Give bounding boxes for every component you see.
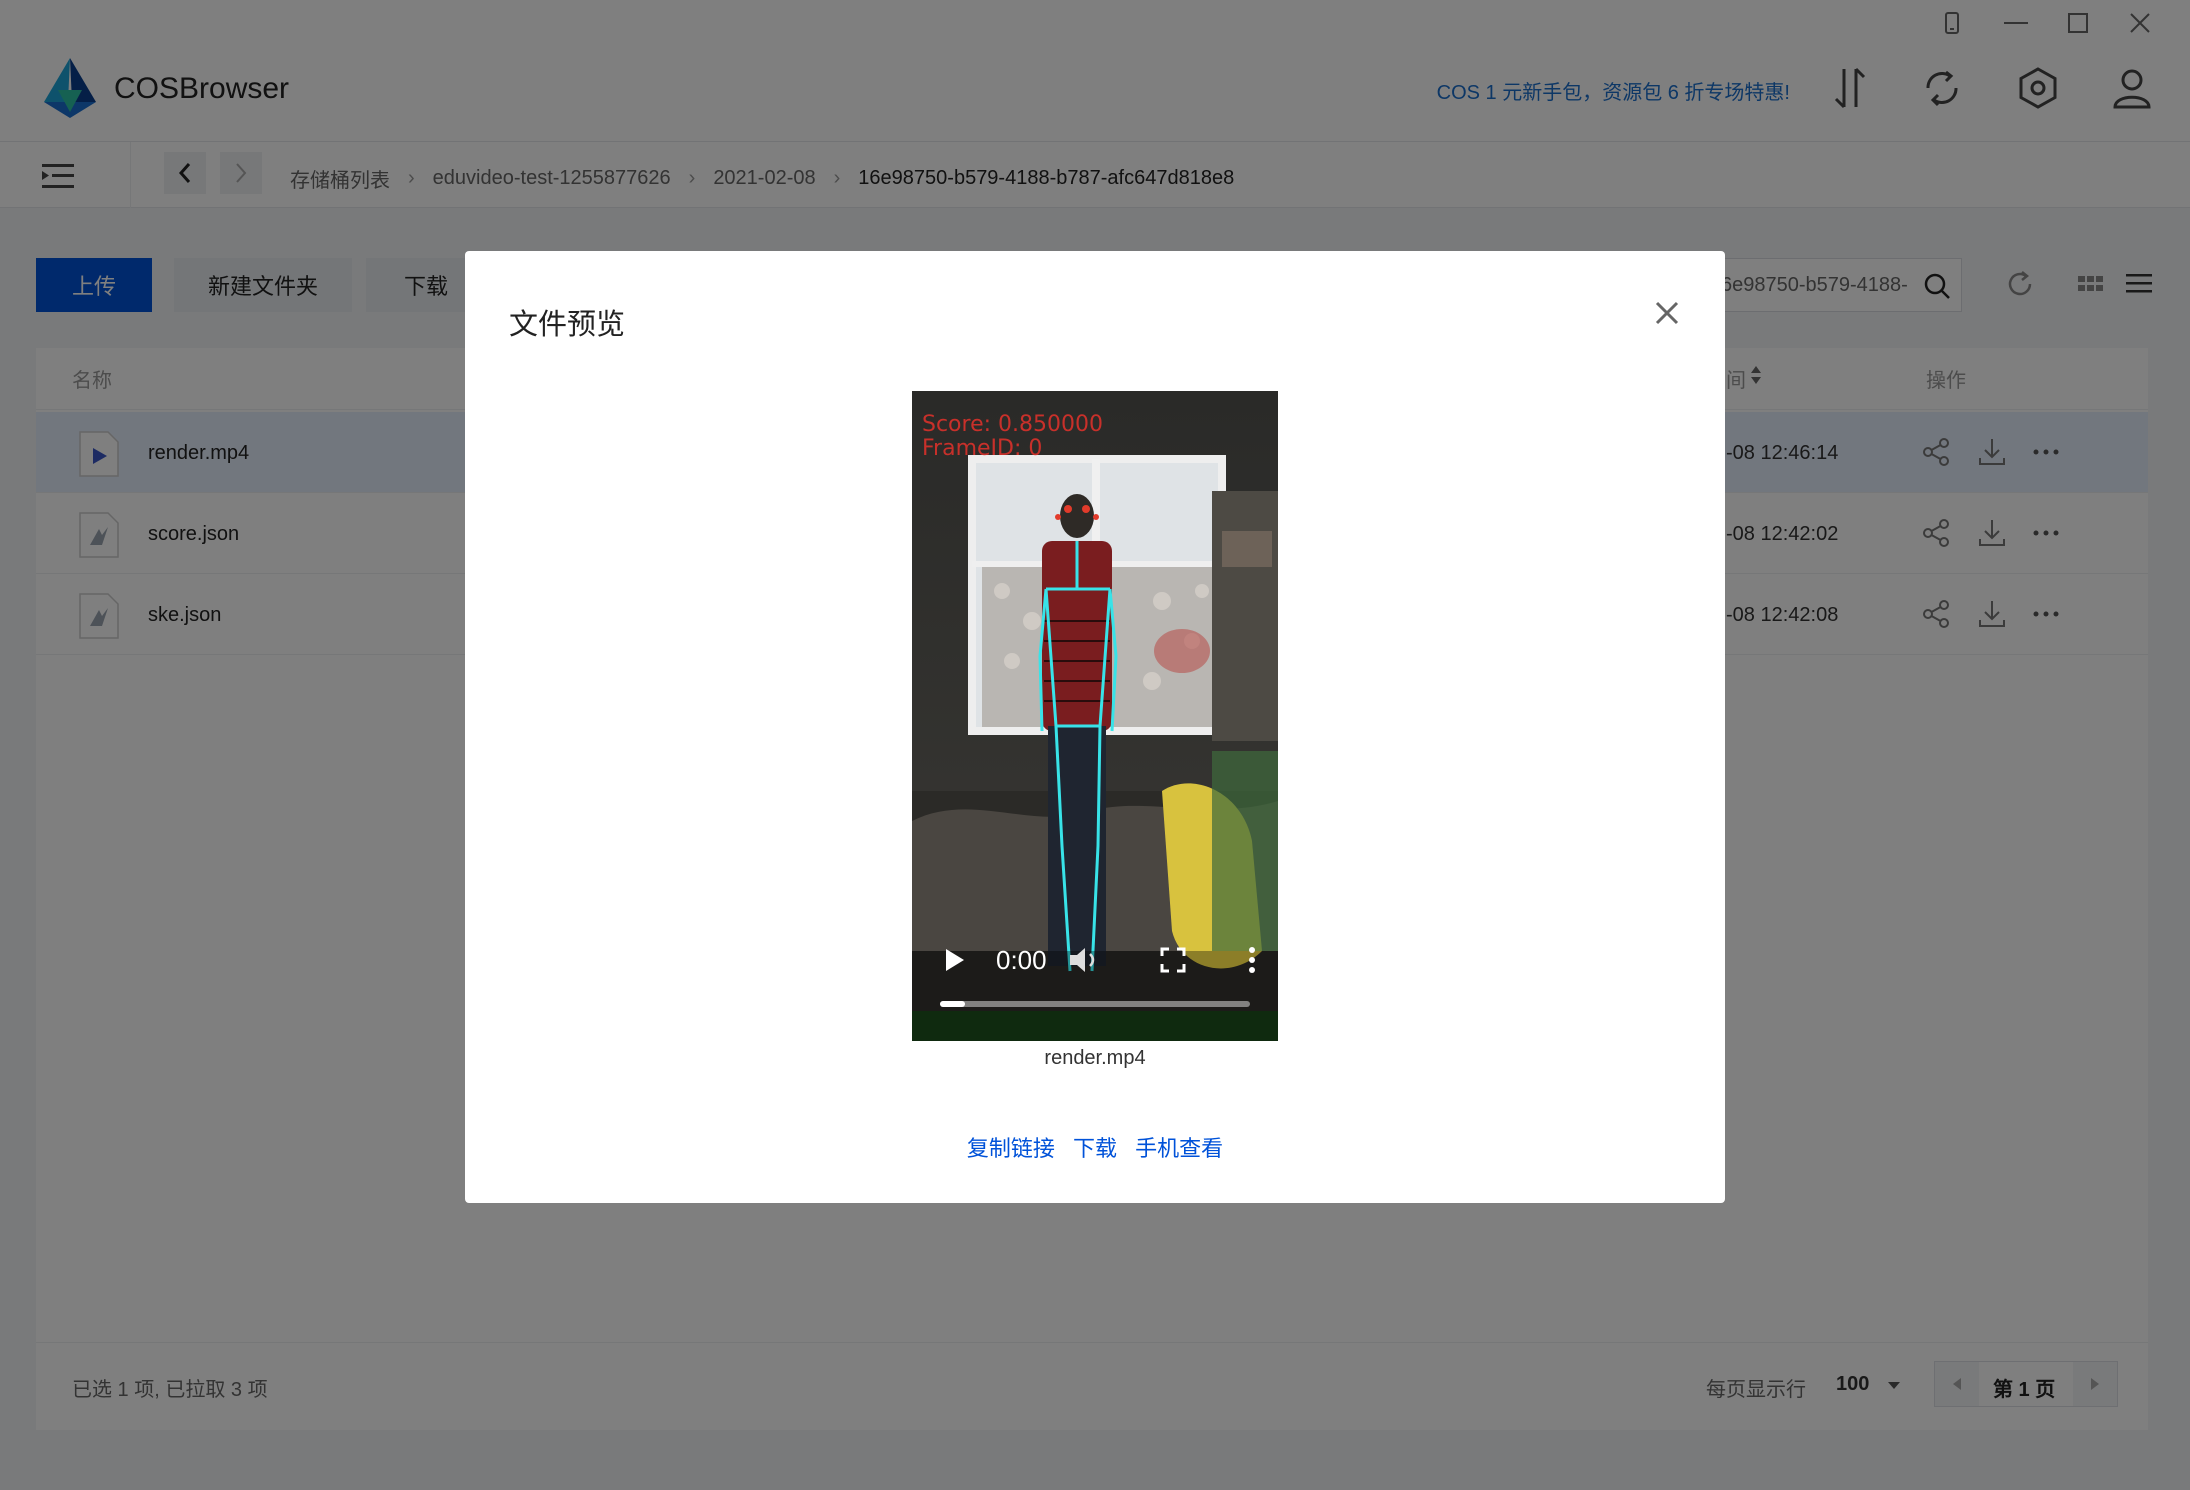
cosbrowser-window: COSBrowser COS 1 元新手包，资源包 6 折专场特惠! [0, 0, 2190, 1490]
video-progress-fill [940, 1001, 965, 1007]
video-frame-overlay: FrameID: 0 [922, 436, 1042, 461]
preview-actions: 复制链接 下载 手机查看 [465, 1131, 1725, 1163]
dialog-title: 文件预览 [509, 309, 626, 341]
volume-icon[interactable] [1068, 945, 1102, 975]
preview-download-button[interactable]: 下载 [1073, 1136, 1117, 1161]
file-preview-dialog: 文件预览 Score: 0.850000 FrameID: 0 0:00 ren… [465, 251, 1725, 1203]
copy-link-button[interactable]: 复制链接 [967, 1136, 1055, 1161]
fullscreen-icon[interactable] [1160, 947, 1186, 973]
video-score-overlay: Score: 0.850000 [922, 412, 1103, 437]
preview-file-caption: render.mp4 [1044, 1047, 1146, 1069]
video-player[interactable]: Score: 0.850000 FrameID: 0 0:00 [912, 391, 1278, 1041]
close-icon[interactable] [1649, 295, 1685, 331]
play-icon[interactable] [942, 947, 966, 973]
video-progress-track[interactable] [940, 1001, 1250, 1007]
video-frame: Score: 0.850000 FrameID: 0 [912, 391, 1278, 1041]
view-on-phone-button[interactable]: 手机查看 [1135, 1136, 1223, 1161]
video-time: 0:00 [996, 945, 1047, 975]
more-options-icon[interactable] [1246, 945, 1258, 975]
